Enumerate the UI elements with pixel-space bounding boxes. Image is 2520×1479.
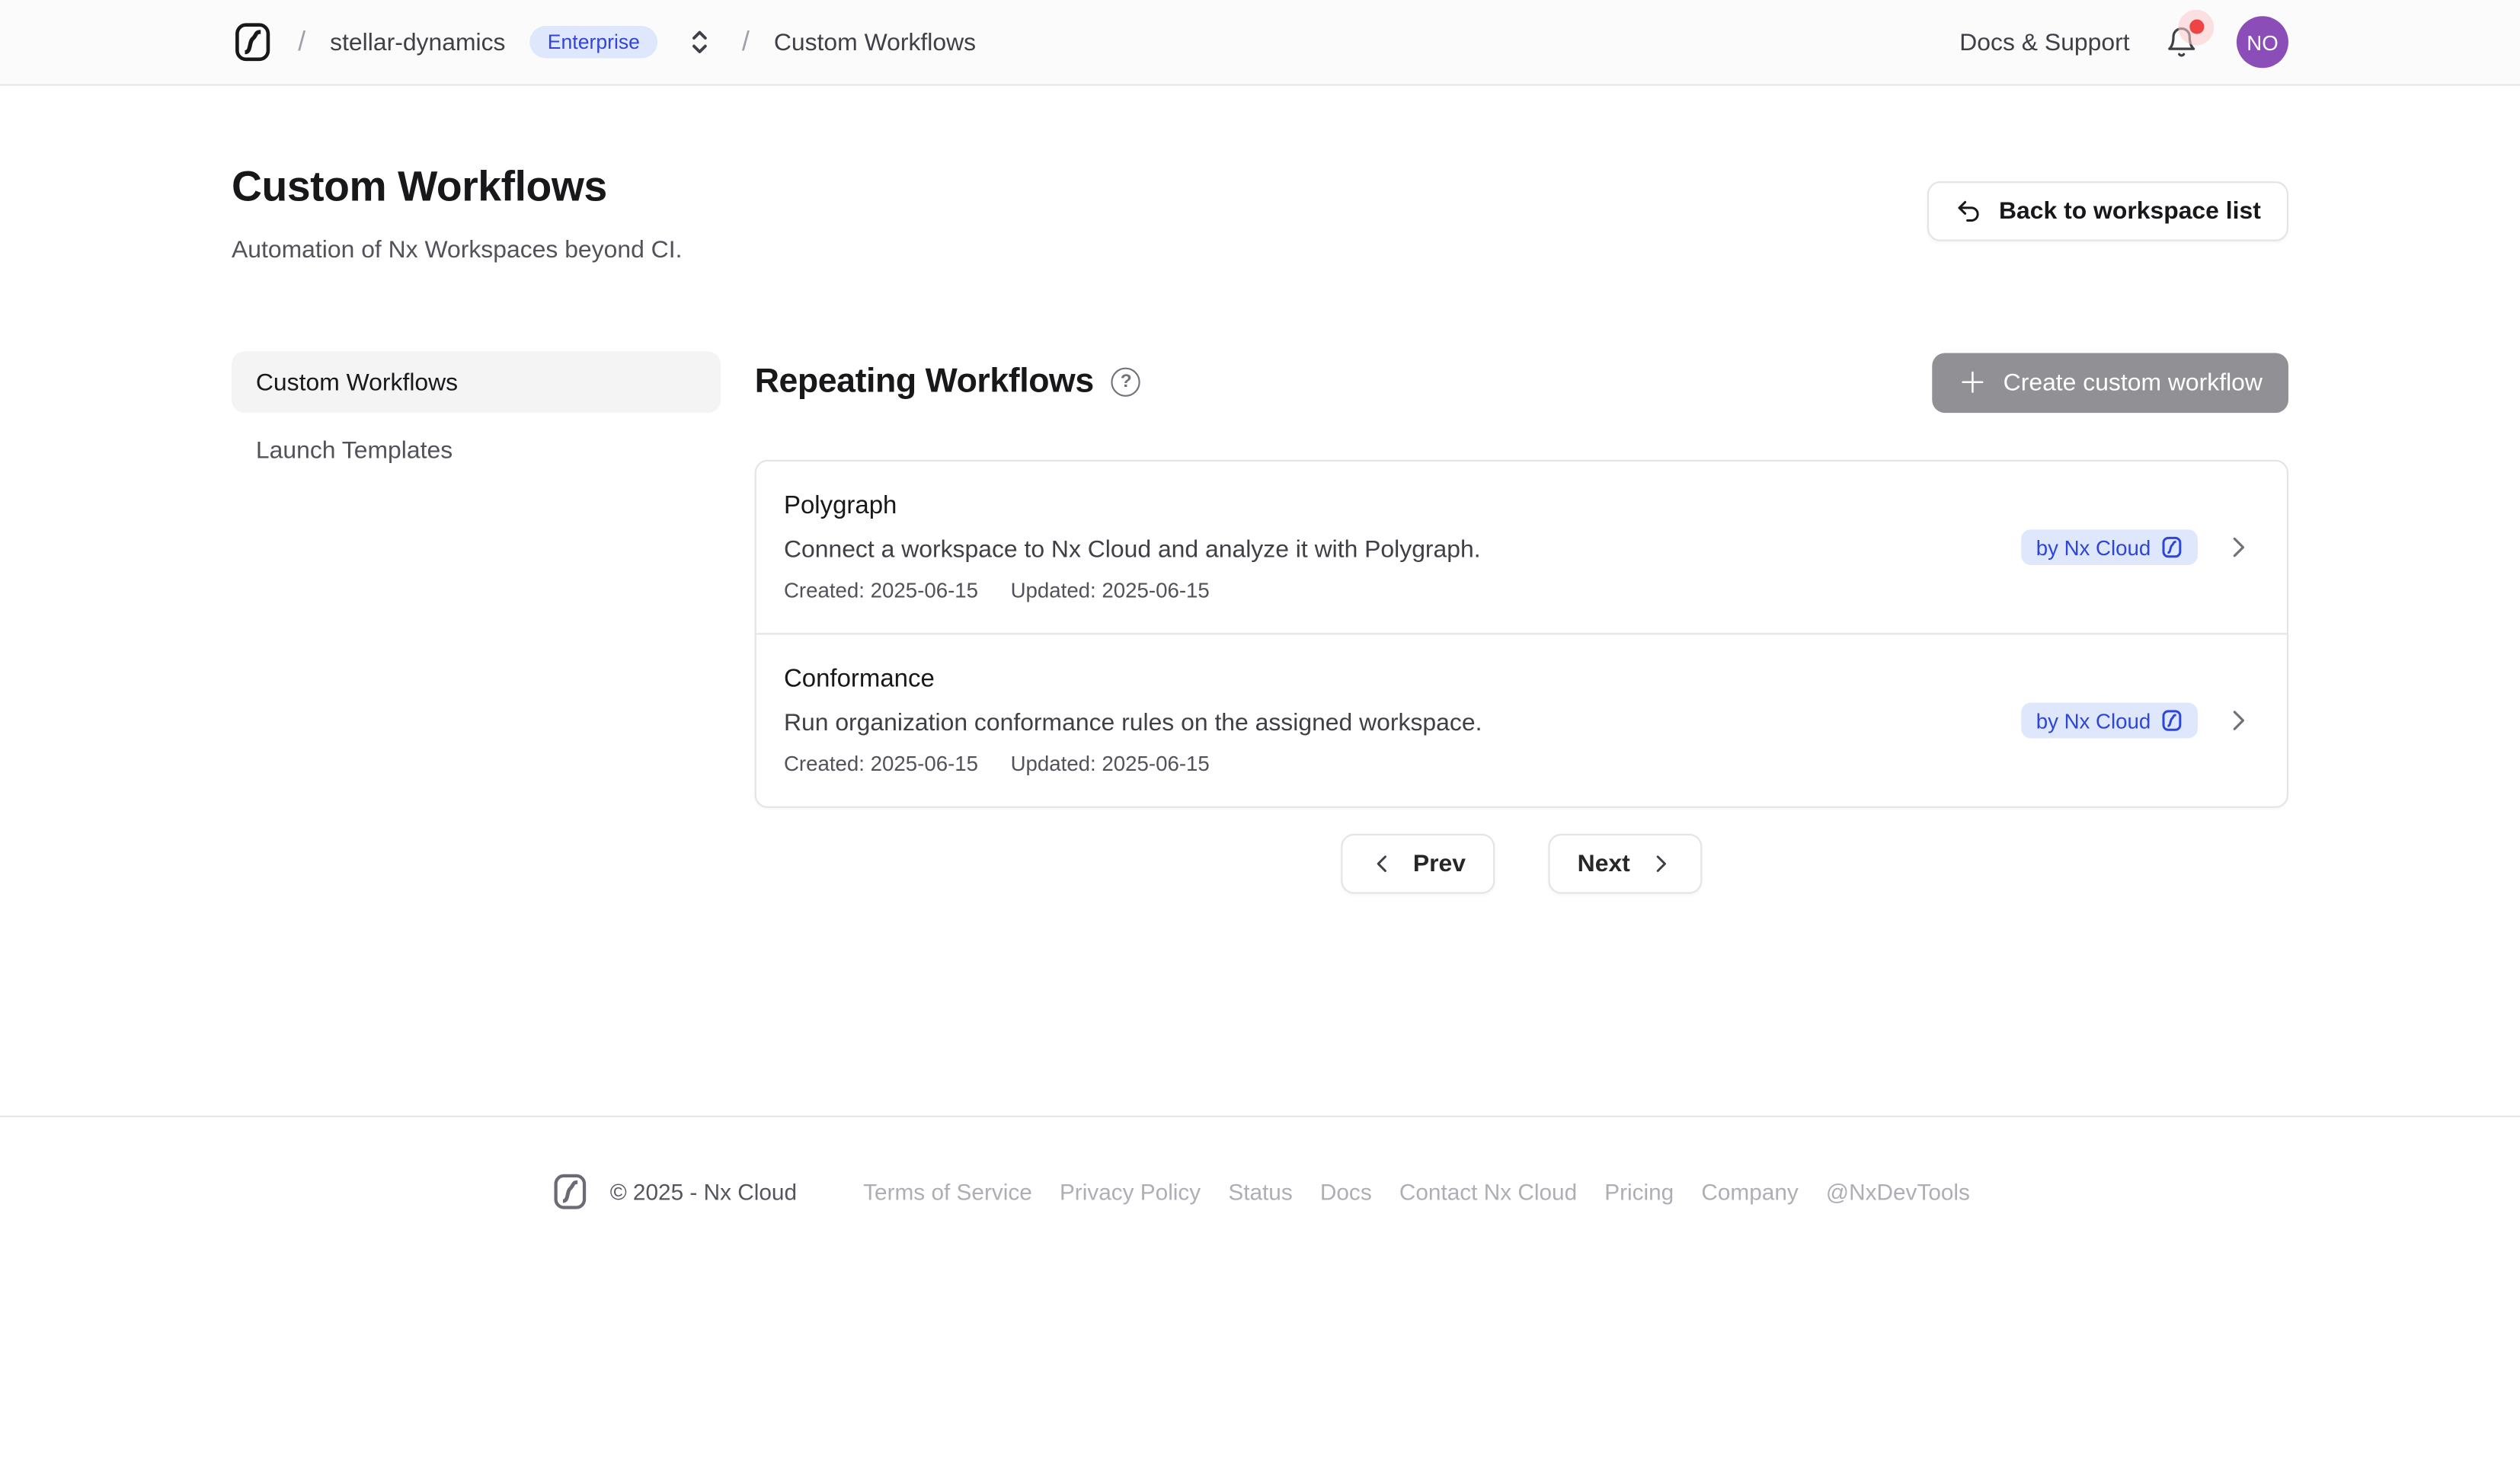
workflow-updated: Updated: 2025-06-15 xyxy=(1011,578,1210,602)
chevron-right-icon xyxy=(1648,851,1672,876)
page-subtitle: Automation of Nx Workspaces beyond CI. xyxy=(232,236,682,264)
breadcrumb-separator: / xyxy=(298,26,305,59)
avatar[interactable]: NO xyxy=(2237,16,2288,68)
workflow-updated: Updated: 2025-06-15 xyxy=(1011,751,1210,775)
footer-link-terms[interactable]: Terms of Service xyxy=(863,1178,1032,1204)
next-label: Next xyxy=(1578,850,1630,877)
by-nx-cloud-badge[interactable]: by Nx Cloud xyxy=(2022,703,2198,739)
docs-support-link[interactable]: Docs & Support xyxy=(1959,28,2129,56)
repeating-workflows-section: Repeating Workflows ? Create custom work… xyxy=(755,351,2288,893)
chevron-left-icon xyxy=(1371,851,1396,876)
undo-arrow-icon xyxy=(1956,197,1983,225)
nx-cloud-mini-logo-icon xyxy=(2160,709,2183,732)
create-button-label: Create custom workflow xyxy=(2004,369,2263,396)
breadcrumb-page[interactable]: Custom Workflows xyxy=(774,28,976,56)
settings-sidebar: Custom Workflows Launch Templates xyxy=(232,351,721,893)
badge-label: by Nx Cloud xyxy=(2036,535,2151,560)
workflow-name: Conformance xyxy=(784,666,1482,695)
plan-badge: Enterprise xyxy=(529,25,657,59)
nx-cloud-footer-logo-icon xyxy=(550,1171,589,1210)
back-to-workspace-list-button[interactable]: Back to workspace list xyxy=(1927,181,2288,241)
chevron-right-icon xyxy=(2224,706,2253,735)
workflow-list: Polygraph Connect a workspace to Nx Clou… xyxy=(755,460,2288,808)
workflow-created: Created: 2025-06-15 xyxy=(784,751,978,775)
footer-link-docs[interactable]: Docs xyxy=(1320,1178,1372,1204)
nx-cloud-logo-icon[interactable] xyxy=(232,21,273,63)
workflow-name: Polygraph xyxy=(784,492,1481,521)
footer-link-contact[interactable]: Contact Nx Cloud xyxy=(1399,1178,1577,1204)
footer-link-privacy[interactable]: Privacy Policy xyxy=(1060,1178,1201,1204)
content-area: Custom Workflows Automation of Nx Worksp… xyxy=(0,86,2520,1117)
footer: © 2025 - Nx Cloud Terms of Service Priva… xyxy=(0,1117,2520,1264)
plus-icon xyxy=(1958,368,1987,397)
breadcrumb-org[interactable]: stellar-dynamics xyxy=(330,28,505,56)
workflow-description: Run organization conformance rules on th… xyxy=(784,709,1482,736)
create-custom-workflow-button[interactable]: Create custom workflow xyxy=(1932,352,2288,412)
notification-dot xyxy=(2189,20,2204,34)
next-button[interactable]: Next xyxy=(1548,834,1701,894)
page-title: Custom Workflows xyxy=(232,162,682,212)
workflow-row-conformance[interactable]: Conformance Run organization conformance… xyxy=(756,633,2287,806)
footer-link-status[interactable]: Status xyxy=(1228,1178,1292,1204)
footer-link-pricing[interactable]: Pricing xyxy=(1604,1178,1674,1204)
pagination: Prev Next xyxy=(755,834,2288,894)
by-nx-cloud-badge[interactable]: by Nx Cloud xyxy=(2022,529,2198,565)
back-button-label: Back to workspace list xyxy=(1999,197,2261,225)
footer-links: Terms of Service Privacy Policy Status D… xyxy=(863,1178,1970,1204)
footer-link-company[interactable]: Company xyxy=(1701,1178,1798,1204)
prev-button[interactable]: Prev xyxy=(1342,834,1495,894)
sidebar-item-launch-templates[interactable]: Launch Templates xyxy=(232,420,721,481)
sidebar-item-custom-workflows[interactable]: Custom Workflows xyxy=(232,351,721,413)
nx-cloud-mini-logo-icon xyxy=(2160,536,2183,559)
notifications-button[interactable] xyxy=(2165,24,2198,60)
workflow-row-polygraph[interactable]: Polygraph Connect a workspace to Nx Clou… xyxy=(756,462,2287,633)
workflow-created: Created: 2025-06-15 xyxy=(784,578,978,602)
section-title: Repeating Workflows xyxy=(755,363,1094,401)
chevron-right-icon xyxy=(2224,532,2253,561)
org-switcher-icon[interactable] xyxy=(689,27,712,56)
copyright-text: © 2025 - Nx Cloud xyxy=(610,1178,797,1204)
app-root: / stellar-dynamics Enterprise / Custom W… xyxy=(0,0,2520,1479)
prev-label: Prev xyxy=(1413,850,1466,877)
footer-link-nxdevtools[interactable]: @NxDevTools xyxy=(1826,1178,1970,1204)
breadcrumb-separator: / xyxy=(742,26,750,59)
help-icon[interactable]: ? xyxy=(1111,368,1140,397)
workflow-description: Connect a workspace to Nx Cloud and anal… xyxy=(784,536,1481,564)
top-nav: / stellar-dynamics Enterprise / Custom W… xyxy=(0,0,2520,86)
badge-label: by Nx Cloud xyxy=(2036,708,2151,733)
